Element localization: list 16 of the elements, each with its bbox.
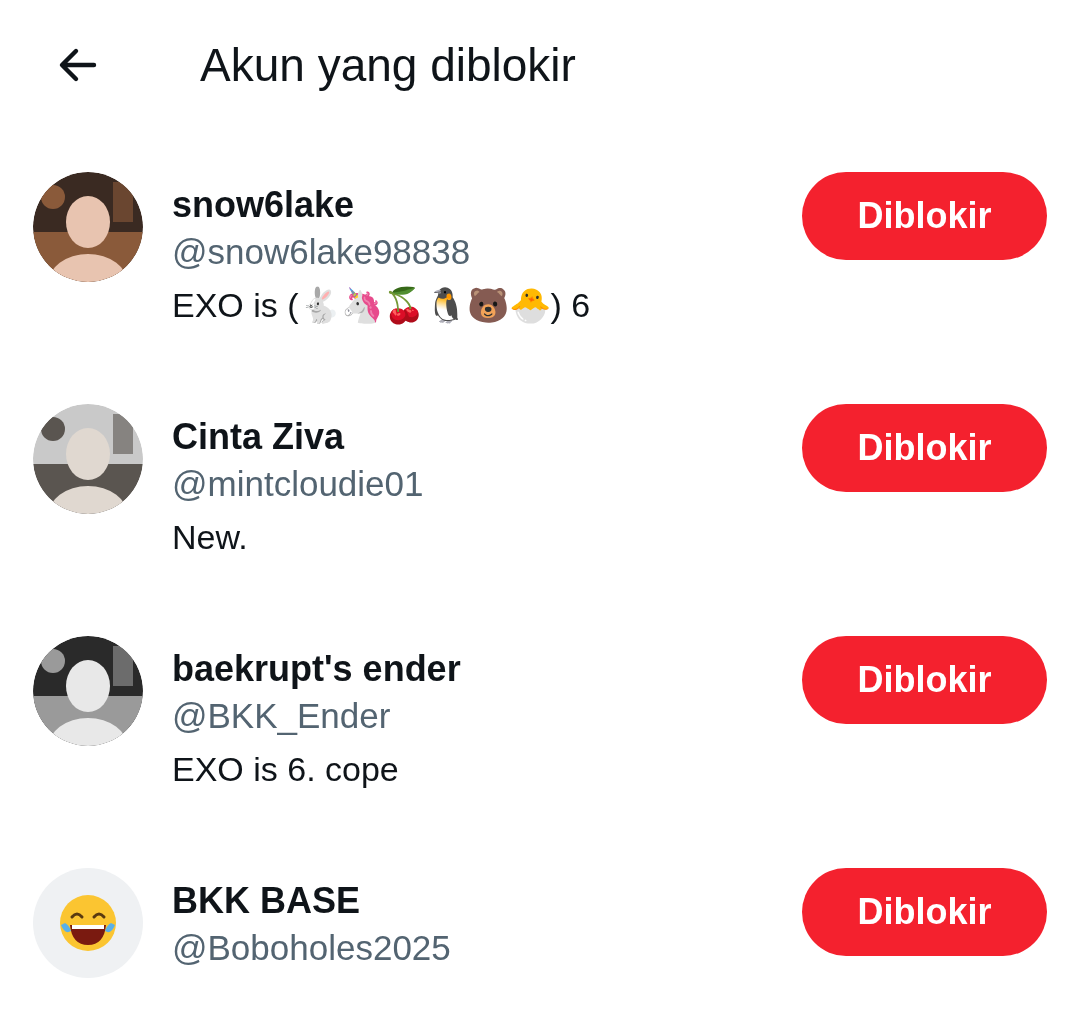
account-handle: @Boboholes2025 — [172, 927, 452, 969]
blocked-button[interactable]: Diblokir — [802, 868, 1047, 956]
blocked-button[interactable]: Diblokir — [802, 636, 1047, 724]
account-bio: EXO is 6. cope — [172, 749, 400, 790]
account-name: baekrupt's ender — [172, 647, 462, 691]
blocked-button[interactable]: Diblokir — [802, 404, 1047, 492]
account-handle: @snow6lake98838 — [172, 231, 472, 273]
page-title: Akun yang diblokir — [200, 38, 576, 92]
account-bio: New. — [172, 517, 249, 558]
account-handle: @BKK_Ender — [172, 695, 392, 737]
blocked-button[interactable]: Diblokir — [802, 172, 1047, 260]
account-name: BKK BASE — [172, 879, 361, 923]
account-bio: EXO is (🐇🦄🍒🐧🐻🐣) 6 — [172, 285, 592, 327]
account-handle: @mintcloudie01 — [172, 463, 425, 505]
account-name: snow6lake — [172, 183, 356, 227]
account-name: Cinta Ziva — [172, 415, 346, 459]
